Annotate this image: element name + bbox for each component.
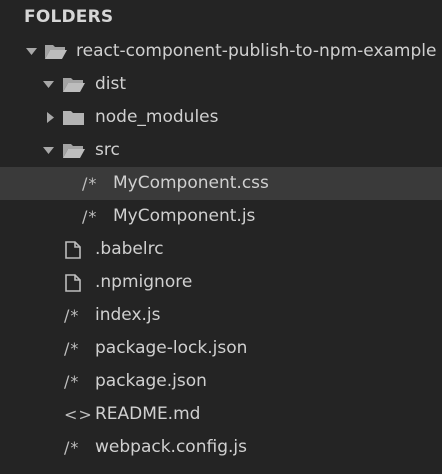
tree-item-babelrc[interactable]: .babelrc [0, 233, 442, 266]
tree-item-label: index.js [95, 305, 161, 325]
chevron-right-icon[interactable] [45, 101, 61, 134]
file-tree: react-component-publish-to-npm-example d… [0, 35, 442, 464]
tree-item-label: node_modules [95, 107, 219, 127]
folders-header: FOLDERS [24, 7, 114, 27]
chevron-down-icon[interactable] [26, 35, 42, 68]
tree-item-label: react-component-publish-to-npm-example [76, 41, 437, 61]
tree-item-label: package.json [95, 371, 207, 391]
tree-item-node-modules[interactable]: node_modules [0, 101, 442, 134]
tree-item-label: MyComponent.js [113, 206, 256, 226]
chevron-down-icon[interactable] [43, 68, 59, 101]
tree-item-label: .npmignore [95, 272, 193, 292]
tree-item-npmignore[interactable]: .npmignore [0, 266, 442, 299]
tree-item-src[interactable]: src [0, 134, 442, 167]
markup-syntax-icon: <> [64, 405, 93, 424]
tree-item-label: dist [95, 74, 127, 94]
tree-item-label: src [95, 140, 120, 160]
tree-item-dist[interactable]: dist [0, 68, 442, 101]
tree-item-label: package-lock.json [95, 338, 248, 358]
tree-item-package-lock-json[interactable]: /* package-lock.json [0, 332, 442, 365]
comment-syntax-icon: /* [64, 438, 80, 457]
comment-syntax-icon: /* [64, 372, 80, 391]
folder-open-icon [62, 68, 86, 101]
file-icon [64, 233, 88, 266]
folder-icon [62, 101, 86, 134]
tree-item-label: webpack.config.js [95, 437, 247, 457]
comment-syntax-icon: /* [64, 306, 80, 325]
folder-open-icon [62, 134, 86, 167]
tree-item-mycomponent-css[interactable]: /* MyComponent.css [0, 167, 442, 200]
comment-syntax-icon: /* [82, 174, 98, 193]
folder-open-icon [44, 35, 68, 68]
comment-syntax-icon: /* [64, 339, 80, 358]
tree-item-readme-md[interactable]: <> README.md [0, 398, 442, 431]
tree-item-label: MyComponent.css [113, 173, 269, 193]
file-icon [64, 266, 88, 299]
comment-syntax-icon: /* [82, 207, 98, 226]
chevron-down-icon[interactable] [43, 134, 59, 167]
tree-item-webpack-config-js[interactable]: /* webpack.config.js [0, 431, 442, 464]
tree-item-project-root[interactable]: react-component-publish-to-npm-example [0, 35, 442, 68]
tree-item-package-json[interactable]: /* package.json [0, 365, 442, 398]
tree-item-mycomponent-js[interactable]: /* MyComponent.js [0, 200, 442, 233]
tree-item-index-js[interactable]: /* index.js [0, 299, 442, 332]
folders-sidebar: FOLDERS react-component-publish-to-npm-e… [0, 0, 442, 474]
tree-item-label: README.md [95, 404, 201, 424]
tree-item-label: .babelrc [95, 239, 164, 259]
